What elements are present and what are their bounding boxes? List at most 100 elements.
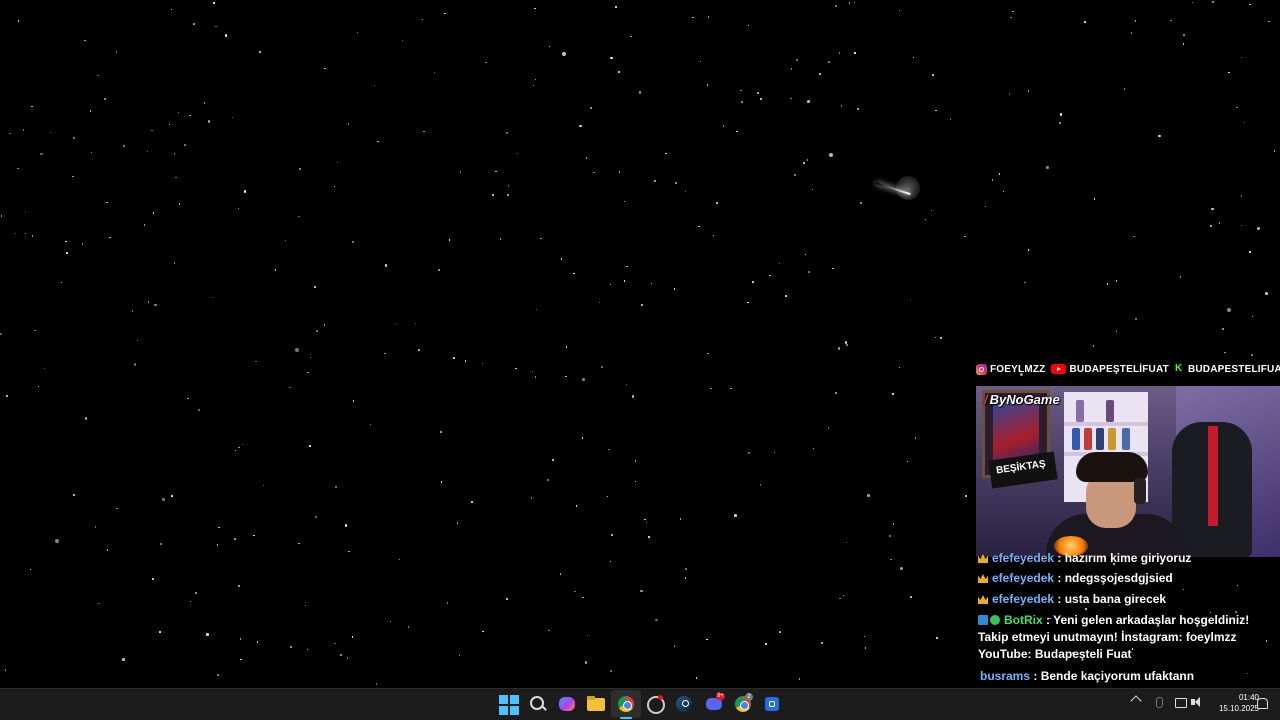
star [906,460,909,463]
star [159,542,163,546]
windows-start-icon[interactable] [499,695,519,715]
star [239,638,242,640]
star [535,308,538,311]
star [495,170,497,173]
star [584,661,588,664]
kick-text: BUDAPESTELIFUAT [1187,363,1280,375]
volume-icon[interactable] [1191,697,1200,707]
steam-icon[interactable] [674,694,694,714]
star [900,567,903,570]
star [741,101,743,103]
star [398,558,401,561]
star [440,431,442,433]
kick-handle: K BUDAPESTELIFUAT [1175,364,1280,375]
star [1268,20,1270,23]
star [81,243,84,245]
star [991,179,994,181]
star [650,282,653,285]
star [867,494,870,497]
kick-icon: K [1174,363,1183,374]
file-explorer-icon[interactable] [586,694,606,714]
notification-bell-icon[interactable] [1257,698,1268,709]
star [698,225,700,228]
star [195,592,197,594]
app-icon[interactable] [762,694,782,714]
chrome-icon[interactable] [616,694,636,714]
chat-text: Bende kaçiyorum ufaktann [1040,669,1195,683]
star [765,643,767,645]
figure [1072,428,1080,450]
star [309,356,312,359]
shelf-board [1064,422,1148,426]
instagram-icon [976,363,987,375]
star [154,303,157,307]
star [1135,318,1137,320]
star [1227,307,1232,312]
star [1059,122,1061,124]
star [890,558,892,561]
star [340,654,342,656]
stream-chat: efefeyedek : hazırım kime giriyoruz efef… [976,550,1280,686]
star [590,107,592,109]
star [534,78,537,81]
star [348,550,350,553]
star [98,602,100,605]
sponsor-logo-icon: / [984,392,988,407]
star [24,232,27,235]
star [492,194,494,196]
star [864,647,867,649]
star [623,280,626,282]
star [712,234,715,237]
star [173,262,176,264]
star [207,120,211,123]
star [807,100,810,103]
star [845,541,848,544]
star [1182,43,1185,45]
star [835,5,837,7]
chat-message: efefeyedek : hazırım kime giriyoruz [978,550,1274,567]
star [143,224,146,226]
star [834,391,838,394]
star [159,631,161,633]
star [560,258,563,260]
star [574,590,576,593]
star [104,98,106,100]
star [655,618,658,622]
network-icon[interactable] [1175,698,1187,708]
figure [1076,400,1084,422]
star [936,637,938,639]
star [203,102,206,104]
star [238,446,240,449]
star [1092,345,1095,347]
star [910,596,912,598]
star [333,185,336,188]
star [832,267,834,270]
star [151,129,153,132]
star [464,360,467,362]
star [14,232,17,235]
star [471,501,473,503]
system-clock[interactable]: 01:40 15.10.2025 [1205,692,1259,714]
star [811,188,814,190]
star [585,157,588,159]
star [152,578,154,580]
star [22,129,25,131]
star [606,495,609,498]
star [147,301,149,303]
star [675,182,677,184]
star [909,298,912,301]
star [146,150,149,153]
copilot-icon[interactable] [557,694,577,714]
star [384,352,386,355]
star [1179,276,1182,278]
star [608,448,610,451]
microphone-icon[interactable] [1156,697,1163,708]
star [1211,207,1214,211]
star [198,409,200,411]
search-icon[interactable] [528,694,548,714]
star [1010,16,1012,19]
star [440,481,443,483]
subscriber-badge-icon [978,595,988,604]
star [373,84,376,87]
star [1240,56,1243,59]
